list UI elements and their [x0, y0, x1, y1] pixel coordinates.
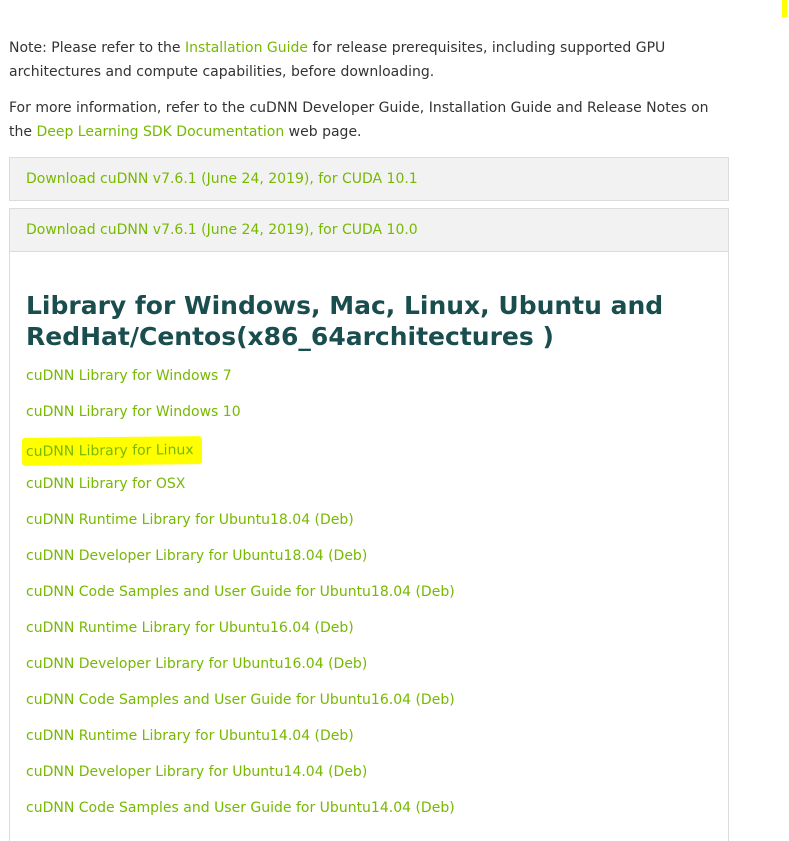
installation-guide-link[interactable]: Installation Guide [185, 40, 308, 56]
accordion-panel-cuda-10-0: Library for Windows, Mac, Linux, Ubuntu … [9, 252, 729, 841]
library-list-item: cuDNN Runtime Library for Ubuntu18.04 (D… [26, 509, 457, 545]
library-list-item: cuDNN Library for OSX [26, 473, 457, 509]
library-list-item: cuDNN Code Samples and User Guide for Ub… [26, 797, 457, 833]
installation-note: Note: Please refer to the Installation G… [9, 36, 729, 84]
library-list-item: cuDNN Developer Library for Ubuntu18.04 … [26, 545, 457, 581]
cudnn-code-samples-and-user-guide-for-ubuntu14-04-deb-link[interactable]: cuDNN Code Samples and User Guide for Ub… [26, 797, 457, 819]
cudnn-developer-library-for-ubuntu16-04-deb-link[interactable]: cuDNN Developer Library for Ubuntu16.04 … [26, 653, 369, 675]
library-list-item: cuDNN Library for Windows 10 [26, 401, 457, 437]
library-list-item: cuDNN Code Samples and User Guide for Ub… [26, 689, 457, 725]
deep-learning-sdk-doc-link[interactable]: Deep Learning SDK Documentation [36, 124, 284, 140]
library-list-item: cuDNN Runtime Library for Ubuntu16.04 (D… [26, 617, 457, 653]
library-list-item: cuDNN Library for Windows 7 [26, 365, 457, 401]
library-list-item: cuDNN Runtime Library for Ubuntu14.04 (D… [26, 725, 457, 761]
accordion-label[interactable]: Download cuDNN v7.6.1 (June 24, 2019), f… [26, 219, 418, 241]
cudnn-code-samples-and-user-guide-for-ubuntu16-04-deb-link[interactable]: cuDNN Code Samples and User Guide for Ub… [26, 689, 457, 711]
library-section-title: Library for Windows, Mac, Linux, Ubuntu … [26, 290, 706, 352]
title-line-2: RedHat/Centos(x86_64architectures ) [26, 322, 554, 351]
note-prefix: Note: Please refer to the [9, 40, 185, 56]
accordion-cuda-10-0[interactable]: Download cuDNN v7.6.1 (June 24, 2019), f… [9, 208, 729, 252]
cudnn-library-for-linux-link[interactable]: cuDNN Library for Linux [21, 436, 202, 466]
title-line-1: Library for Windows, Mac, Linux, Ubuntu … [26, 291, 664, 320]
cudnn-runtime-library-for-ubuntu14-04-deb-link[interactable]: cuDNN Runtime Library for Ubuntu14.04 (D… [26, 725, 356, 747]
library-list-item: cuDNN Developer Library for Ubuntu16.04 … [26, 653, 457, 689]
cudnn-library-for-osx-link[interactable]: cuDNN Library for OSX [26, 473, 187, 495]
cudnn-library-for-windows-7-link[interactable]: cuDNN Library for Windows 7 [26, 365, 234, 387]
accordion-cuda-10-1[interactable]: Download cuDNN v7.6.1 (June 24, 2019), f… [9, 157, 729, 201]
highlight-mark [782, 0, 787, 17]
library-link-list: cuDNN Library for Windows 7 cuDNN Library… [21, 365, 457, 833]
info-paragraph: For more information, refer to the cuDNN… [9, 96, 729, 144]
library-list-item: cuDNN Library for Linux [21, 436, 457, 473]
cudnn-runtime-library-for-ubuntu18-04-deb-link[interactable]: cuDNN Runtime Library for Ubuntu18.04 (D… [26, 509, 356, 531]
accordion-label[interactable]: Download cuDNN v7.6.1 (June 24, 2019), f… [26, 168, 418, 190]
library-list-item: cuDNN Developer Library for Ubuntu14.04 … [26, 761, 457, 797]
info-suffix: web page. [284, 124, 362, 140]
cudnn-code-samples-and-user-guide-for-ubuntu18-04-deb-link[interactable]: cuDNN Code Samples and User Guide for Ub… [26, 581, 457, 603]
cudnn-library-for-windows-10-link[interactable]: cuDNN Library for Windows 10 [26, 401, 243, 423]
cudnn-runtime-library-for-ubuntu16-04-deb-link[interactable]: cuDNN Runtime Library for Ubuntu16.04 (D… [26, 617, 356, 639]
library-list-item: cuDNN Code Samples and User Guide for Ub… [26, 581, 457, 617]
cudnn-developer-library-for-ubuntu14-04-deb-link[interactable]: cuDNN Developer Library for Ubuntu14.04 … [26, 761, 369, 783]
cudnn-developer-library-for-ubuntu18-04-deb-link[interactable]: cuDNN Developer Library for Ubuntu18.04 … [26, 545, 369, 567]
